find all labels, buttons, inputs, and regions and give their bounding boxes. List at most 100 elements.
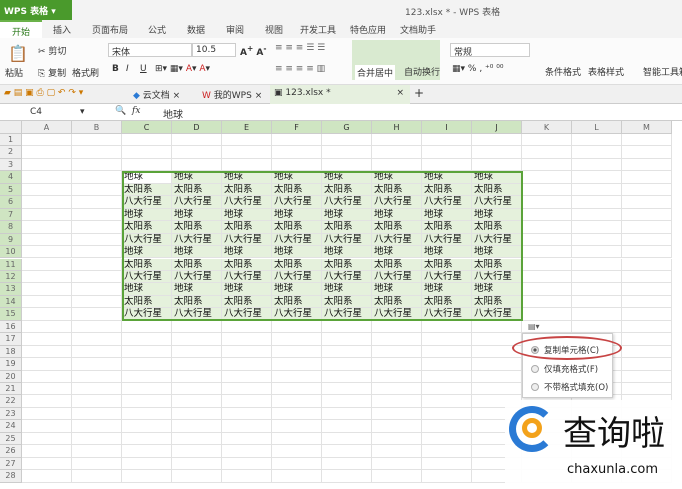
cell[interactable]: [622, 333, 672, 346]
cell[interactable]: [122, 432, 172, 446]
cell[interactable]: [172, 432, 222, 446]
cell[interactable]: [122, 370, 172, 383]
cell[interactable]: [122, 470, 172, 483]
format-painter-button[interactable]: 格式刷: [72, 66, 99, 79]
cell[interactable]: [622, 270, 672, 284]
cell[interactable]: [72, 295, 122, 309]
cell[interactable]: [372, 370, 422, 383]
cell[interactable]: [322, 134, 372, 147]
app-menu-button[interactable]: WPS 表格 ▾: [0, 0, 72, 20]
cell[interactable]: [172, 383, 222, 396]
cell[interactable]: [122, 134, 172, 147]
cell[interactable]: [222, 134, 272, 147]
column-header[interactable]: B: [72, 121, 122, 134]
cell[interactable]: [222, 470, 272, 483]
cell[interactable]: [622, 358, 672, 371]
cell[interactable]: [572, 171, 622, 184]
cell[interactable]: [22, 370, 72, 383]
cell[interactable]: [372, 395, 422, 408]
cell[interactable]: [322, 457, 372, 471]
cell[interactable]: [522, 258, 572, 271]
cell[interactable]: [222, 383, 272, 396]
cell[interactable]: [172, 345, 222, 359]
cell[interactable]: [22, 208, 72, 222]
row-header[interactable]: 26: [0, 445, 22, 458]
column-header[interactable]: E: [222, 121, 272, 134]
tab-7[interactable]: 开发工具: [294, 20, 342, 38]
cell[interactable]: [622, 196, 672, 209]
row-header[interactable]: 15: [0, 308, 22, 321]
cell[interactable]: [522, 146, 572, 159]
row-header[interactable]: 24: [0, 420, 22, 433]
cell[interactable]: [422, 432, 472, 446]
row-header[interactable]: 1: [0, 134, 22, 147]
cell[interactable]: [372, 146, 422, 159]
cell[interactable]: [72, 171, 122, 184]
cell[interactable]: [22, 221, 72, 234]
cell[interactable]: [222, 457, 272, 471]
cell[interactable]: [122, 420, 172, 433]
cell[interactable]: [372, 420, 422, 433]
column-header[interactable]: G: [322, 121, 372, 134]
cell[interactable]: [22, 295, 72, 309]
cell[interactable]: [522, 171, 572, 184]
cell[interactable]: [22, 171, 72, 184]
doc-tab-mywps[interactable]: W 我的WPS ×: [202, 88, 262, 101]
cell[interactable]: [622, 171, 672, 184]
cell[interactable]: [222, 345, 272, 359]
cell[interactable]: [72, 283, 122, 296]
cell[interactable]: [22, 246, 72, 259]
cell[interactable]: [372, 134, 422, 147]
cell[interactable]: [72, 420, 122, 433]
column-header[interactable]: L: [572, 121, 622, 134]
cell[interactable]: [572, 308, 622, 321]
cell[interactable]: [22, 158, 72, 172]
row-header[interactable]: 8: [0, 221, 22, 234]
cell[interactable]: [72, 134, 122, 147]
wrap-text-button[interactable]: 自动换行: [404, 65, 440, 78]
cell[interactable]: [222, 320, 272, 334]
cell[interactable]: [322, 146, 372, 159]
bold-button[interactable]: B: [112, 64, 119, 74]
cell[interactable]: [622, 320, 672, 334]
row-header[interactable]: 2: [0, 146, 22, 159]
cell[interactable]: [272, 445, 322, 458]
cell[interactable]: [22, 183, 72, 197]
cell[interactable]: [622, 246, 672, 259]
cell[interactable]: [222, 146, 272, 159]
row-header[interactable]: 20: [0, 370, 22, 383]
cell[interactable]: [322, 407, 372, 421]
cell[interactable]: [72, 221, 122, 234]
merge-center-button[interactable]: 合并居中: [355, 65, 396, 80]
cell[interactable]: [522, 233, 572, 247]
cell[interactable]: [572, 196, 622, 209]
cell[interactable]: [222, 333, 272, 346]
font-size-select[interactable]: 10.5: [192, 43, 236, 57]
cell[interactable]: [422, 420, 472, 433]
cell[interactable]: [222, 158, 272, 172]
row-header[interactable]: 12: [0, 270, 22, 284]
row-header[interactable]: 4: [0, 171, 22, 184]
cell[interactable]: [572, 183, 622, 197]
cell[interactable]: [172, 370, 222, 383]
cell[interactable]: [322, 158, 372, 172]
cell[interactable]: [272, 320, 322, 334]
tab-6[interactable]: 视图: [254, 20, 294, 38]
cell[interactable]: [22, 407, 72, 421]
cell[interactable]: [422, 370, 472, 383]
cell[interactable]: [572, 146, 622, 159]
cell[interactable]: [72, 395, 122, 408]
cell[interactable]: [522, 196, 572, 209]
cell[interactable]: [322, 432, 372, 446]
cell[interactable]: [22, 308, 72, 321]
cell[interactable]: [472, 146, 522, 159]
row-header[interactable]: 28: [0, 470, 22, 483]
cell[interactable]: [122, 358, 172, 371]
row-header[interactable]: 10: [0, 246, 22, 259]
cell[interactable]: [172, 457, 222, 471]
cell[interactable]: [72, 146, 122, 159]
cell[interactable]: [322, 320, 372, 334]
row-header[interactable]: 21: [0, 383, 22, 396]
cell[interactable]: [222, 370, 272, 383]
column-header[interactable]: C: [122, 121, 172, 134]
